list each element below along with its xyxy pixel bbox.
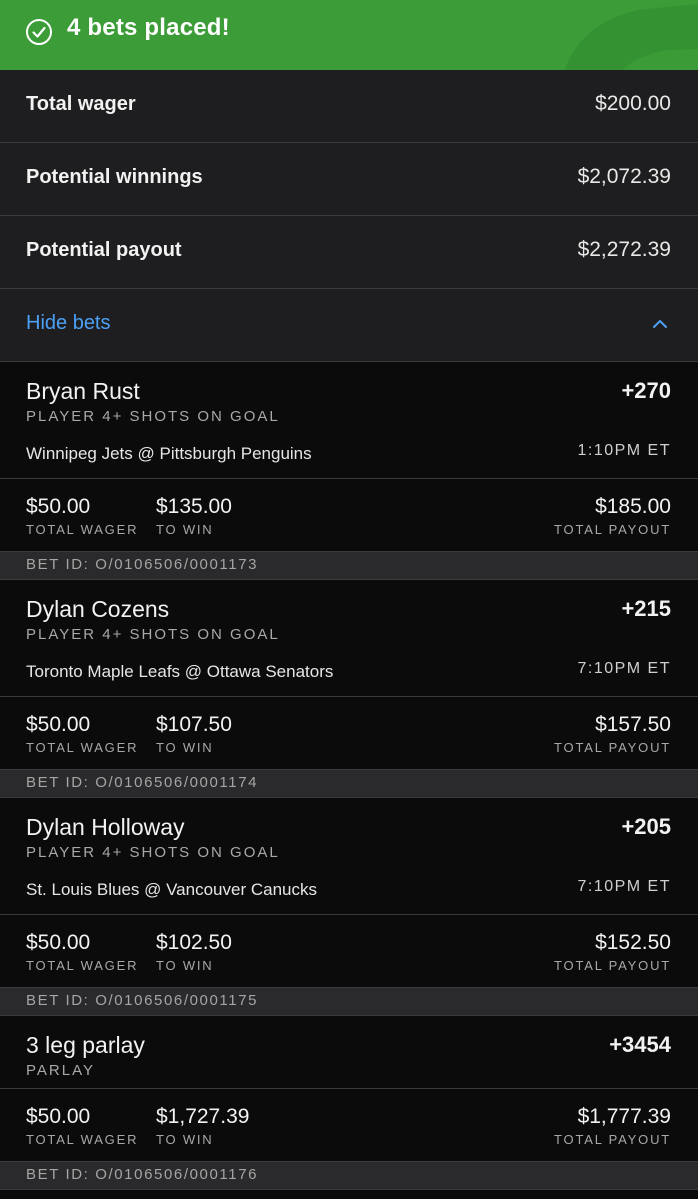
bet-payout-value: $1,777.39 <box>577 1105 671 1128</box>
bet-card-header: Bryan Rust +270 PLAYER 4+ SHOTS ON GOAL … <box>0 362 698 479</box>
bet-market: PLAYER 4+ SHOTS ON GOAL <box>26 408 280 425</box>
potential-payout-label: Potential payout <box>26 239 182 261</box>
chevron-up-icon[interactable] <box>652 317 668 329</box>
potential-winnings-label: Potential winnings <box>26 166 203 188</box>
bet-wager-caption: TOTAL WAGER <box>26 740 139 755</box>
hide-bets-label[interactable]: Hide bets <box>26 312 111 335</box>
bet-to-win-value: $107.50 <box>156 713 232 736</box>
bet-wager-caption: TOTAL WAGER <box>26 1132 139 1147</box>
potential-winnings-value: $2,072.39 <box>577 165 671 188</box>
bet-card-header: Dylan Cozens +215 PLAYER 4+ SHOTS ON GOA… <box>0 580 698 697</box>
bet-selection-name: Dylan Cozens <box>26 596 170 622</box>
bet-payout-caption: TOTAL PAYOUT <box>554 522 671 537</box>
bet-market: PARLAY <box>26 1062 95 1079</box>
bet-id: BET ID: O/0106506/0001175 <box>26 992 259 1009</box>
bet-to-win-value: $102.50 <box>156 931 232 954</box>
bet-payout-value: $157.50 <box>595 713 671 736</box>
potential-payout-row: Potential payout $2,272.39 <box>0 216 698 289</box>
bet-payout-caption: TOTAL PAYOUT <box>554 958 671 973</box>
bet-id: BET ID: O/0106506/0001176 <box>26 1166 259 1183</box>
bet-game-time: 1:10PM ET <box>577 442 671 459</box>
bet-game: St. Louis Blues @ Vancouver Canucks <box>26 880 317 899</box>
bet-market: PLAYER 4+ SHOTS ON GOAL <box>26 844 280 861</box>
bet-payout-value: $152.50 <box>595 931 671 954</box>
bet-card-header: Dylan Holloway +205 PLAYER 4+ SHOTS ON G… <box>0 798 698 915</box>
bet-payout-caption: TOTAL PAYOUT <box>554 1132 671 1147</box>
potential-winnings-row: Potential winnings $2,072.39 <box>0 143 698 216</box>
bet-game-time: 7:10PM ET <box>577 878 671 895</box>
check-circle-icon <box>26 19 52 45</box>
bet-to-win-caption: TO WIN <box>156 1132 214 1147</box>
bet-game-time: 7:10PM ET <box>577 660 671 677</box>
bet-id: BET ID: O/0106506/0001173 <box>26 556 259 573</box>
bet-selection-name: Bryan Rust <box>26 378 140 404</box>
bet-to-win-value: $135.00 <box>156 495 232 518</box>
bet-to-win-caption: TO WIN <box>156 958 214 973</box>
bet-game: Toronto Maple Leafs @ Ottawa Senators <box>26 662 334 681</box>
bet-card-header: 3 leg parlay +3454 PARLAY <box>0 1016 698 1089</box>
bet-amounts: $50.00 TOTAL WAGER $107.50 TO WIN $157.5… <box>0 697 698 769</box>
bet-summary: Total wager $200.00 Potential winnings $… <box>0 70 698 362</box>
bet-id-bar: BET ID: O/0106506/0001176 <box>0 1161 698 1190</box>
bet-payout-value: $185.00 <box>595 495 671 518</box>
bet-wager-caption: TOTAL WAGER <box>26 522 139 537</box>
hide-bets-toggle[interactable]: Hide bets <box>0 289 698 362</box>
bet-selection-name: 3 leg parlay <box>26 1032 145 1058</box>
bet-selection-name: Dylan Holloway <box>26 814 185 840</box>
bet-odds: +205 <box>621 814 671 839</box>
brand-watermark-icon <box>564 4 698 70</box>
bet-to-win-caption: TO WIN <box>156 522 214 537</box>
bet-amounts: $50.00 TOTAL WAGER $102.50 TO WIN $152.5… <box>0 915 698 987</box>
potential-payout-value: $2,272.39 <box>577 238 671 261</box>
bet-payout-caption: TOTAL PAYOUT <box>554 740 671 755</box>
bet-wager-value: $50.00 <box>26 931 91 954</box>
bet-game: Winnipeg Jets @ Pittsburgh Penguins <box>26 444 312 463</box>
bets-list: Bryan Rust +270 PLAYER 4+ SHOTS ON GOAL … <box>0 362 698 1190</box>
bet-wager-caption: TOTAL WAGER <box>26 958 139 973</box>
bet-id-bar: BET ID: O/0106506/0001173 <box>0 551 698 580</box>
total-wager-row: Total wager $200.00 <box>0 70 698 143</box>
total-wager-value: $200.00 <box>595 92 671 115</box>
total-wager-label: Total wager <box>26 93 136 115</box>
success-banner: 4 bets placed! <box>0 0 698 70</box>
bet-wager-value: $50.00 <box>26 713 91 736</box>
banner-title: 4 bets placed! <box>67 14 230 41</box>
bet-id: BET ID: O/0106506/0001174 <box>26 774 259 791</box>
bet-to-win-caption: TO WIN <box>156 740 214 755</box>
bet-odds: +270 <box>621 378 671 403</box>
bet-id-bar: BET ID: O/0106506/0001175 <box>0 987 698 1016</box>
bet-wager-value: $50.00 <box>26 495 91 518</box>
bet-market: PLAYER 4+ SHOTS ON GOAL <box>26 626 280 643</box>
bet-amounts: $50.00 TOTAL WAGER $135.00 TO WIN $185.0… <box>0 479 698 551</box>
bet-amounts: $50.00 TOTAL WAGER $1,727.39 TO WIN $1,7… <box>0 1089 698 1161</box>
bet-to-win-value: $1,727.39 <box>156 1105 250 1128</box>
bet-odds: +3454 <box>609 1032 671 1057</box>
bet-id-bar: BET ID: O/0106506/0001174 <box>0 769 698 798</box>
bet-odds: +215 <box>621 596 671 621</box>
bet-wager-value: $50.00 <box>26 1105 91 1128</box>
